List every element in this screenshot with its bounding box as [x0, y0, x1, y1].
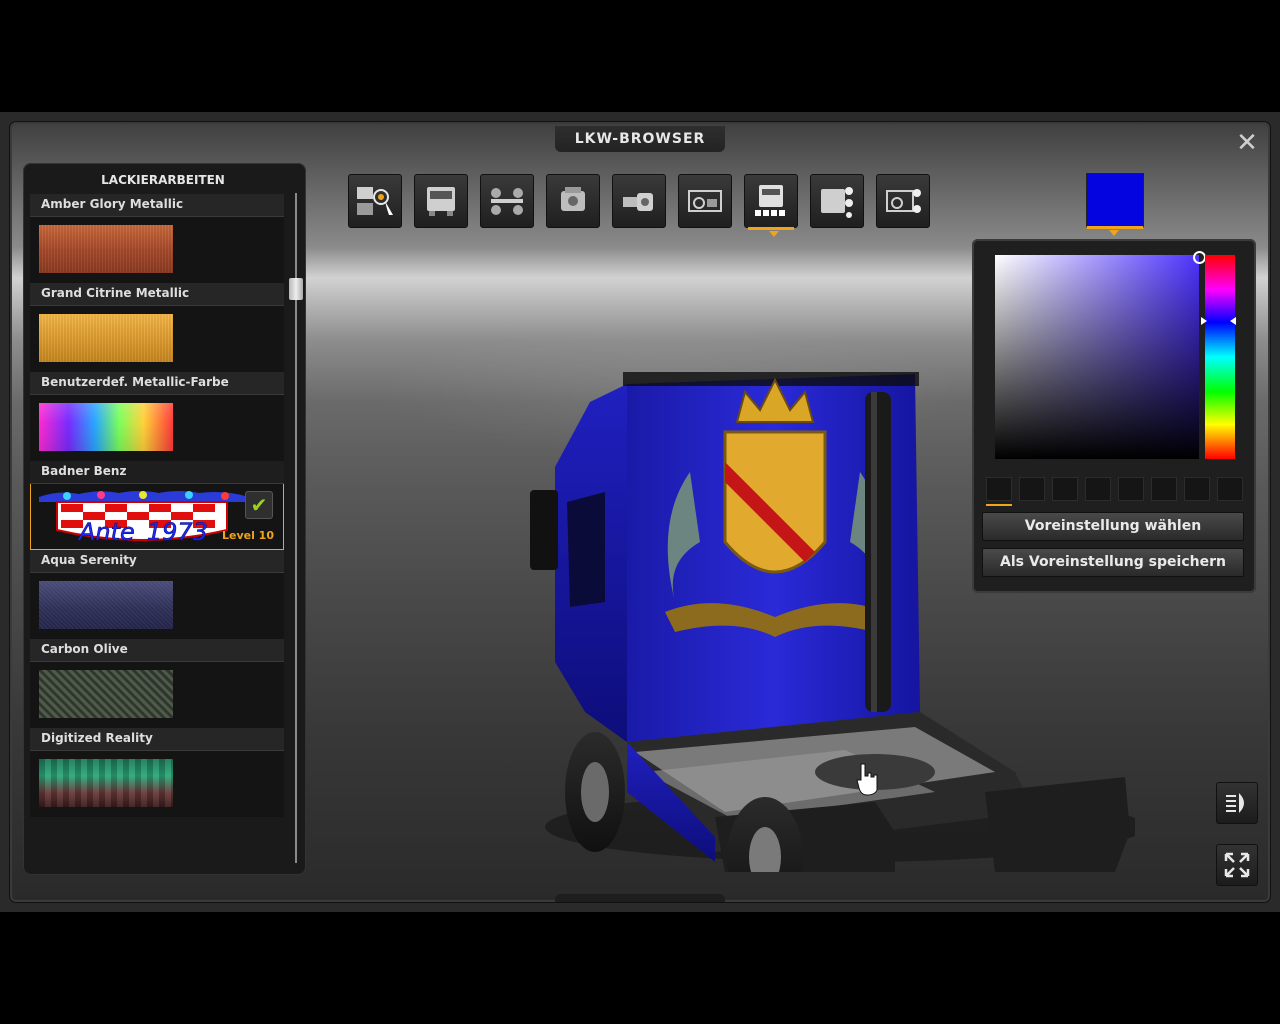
engine-button[interactable] — [546, 174, 600, 228]
paint-item-badner-benz[interactable]: Badner Benz Ante_1973 ✔ Level 10 — [30, 461, 284, 550]
paint-item-digitized-reality[interactable]: Digitized Reality — [30, 728, 284, 817]
truck-preview[interactable] — [515, 272, 1135, 872]
paint-item-custom-metallic[interactable]: Benutzerdef. Metallic-Farbe — [30, 372, 284, 461]
game-area: LKW-BROWSER ✕ LACKIERARBEITEN Amber Glor… — [0, 112, 1280, 912]
chassis-button[interactable] — [480, 174, 534, 228]
preset-slot[interactable] — [1184, 477, 1210, 501]
paint-item-label: Grand Citrine Metallic — [30, 283, 284, 306]
lights-toggle-button[interactable] — [1216, 782, 1258, 824]
scrollbar-thumb[interactable] — [289, 278, 303, 300]
panel-title: LACKIERARBEITEN — [101, 173, 225, 187]
swatch-aqua-serenity — [39, 581, 173, 629]
accessories-icon — [821, 187, 853, 218]
hue-slider-marker-left[interactable] — [1201, 317, 1207, 325]
paint-job-list: Amber Glory Metallic Grand Citrine Metal… — [30, 194, 284, 817]
paint-item-label: Digitized Reality — [30, 728, 284, 751]
transmission-button[interactable] — [612, 174, 666, 228]
interior-accessories-button[interactable] — [876, 174, 930, 228]
headlight-icon — [1226, 793, 1244, 813]
paint-item-label: Benutzerdef. Metallic-Farbe — [30, 372, 284, 395]
transmission-icon — [623, 193, 653, 211]
truck-browser-window: LKW-BROWSER ✕ LACKIERARBEITEN Amber Glor… — [10, 122, 1270, 902]
preset-slot[interactable] — [1217, 477, 1243, 501]
active-tab-caret — [769, 231, 779, 237]
paint-item-label: Badner Benz — [30, 461, 284, 484]
paint-item-amber-glory[interactable]: Amber Glory Metallic — [30, 194, 284, 283]
paint-item-grand-citrine[interactable]: Grand Citrine Metallic — [30, 283, 284, 372]
paint-job-panel: LACKIERARBEITEN Amber Glory Metallic Gra… — [23, 163, 306, 875]
window-title: LKW-BROWSER — [555, 126, 725, 152]
accessories-button[interactable] — [810, 174, 864, 228]
hue-slider-marker-right[interactable] — [1230, 317, 1236, 325]
level-requirement: Level 10 — [221, 529, 274, 542]
interior-accessories-icon — [886, 189, 921, 213]
swatch-badner-benz-flag: Ante_1973 — [39, 491, 245, 544]
truck-search-icon — [357, 187, 393, 215]
paint-job-icon — [755, 185, 785, 216]
swatch-grand-citrine — [39, 314, 173, 362]
truck-search-button[interactable] — [348, 174, 402, 228]
mouse-cursor-icon — [856, 763, 878, 796]
swatch-custom-metallic — [39, 403, 173, 451]
paint-item-aqua-serenity[interactable]: Aqua Serenity — [30, 550, 284, 639]
flag-watermark-text: Ante_1973 — [77, 518, 208, 544]
hue-slider[interactable] — [1205, 255, 1235, 459]
preset-slot[interactable] — [1151, 477, 1177, 501]
truck-cab-icon — [427, 187, 455, 216]
color-swatch-caret — [1109, 230, 1119, 236]
fullscreen-button[interactable] — [1216, 844, 1258, 886]
fullscreen-icon — [1224, 852, 1250, 878]
engine-icon — [561, 187, 585, 211]
paint-job-button[interactable] — [744, 174, 798, 230]
interior-icon — [688, 190, 722, 212]
active-underline — [748, 227, 794, 230]
swatch-carbon-olive — [39, 670, 173, 718]
owned-check-icon: ✔ — [245, 491, 273, 519]
paint-item-label: Amber Glory Metallic — [30, 194, 284, 217]
paint-item-carbon-olive[interactable]: Carbon Olive — [30, 639, 284, 728]
close-icon[interactable]: ✕ — [1236, 130, 1258, 156]
swatch-amber-glory — [39, 225, 173, 273]
truck-cab-button[interactable] — [414, 174, 468, 228]
bottom-tab — [555, 894, 725, 902]
paint-item-label: Aqua Serenity — [30, 550, 284, 573]
chassis-icon — [491, 188, 523, 215]
paint-item-label: Carbon Olive — [30, 639, 284, 662]
swatch-digitized-reality — [39, 759, 173, 807]
interior-button[interactable] — [678, 174, 732, 228]
current-color-swatch[interactable] — [1086, 173, 1144, 229]
